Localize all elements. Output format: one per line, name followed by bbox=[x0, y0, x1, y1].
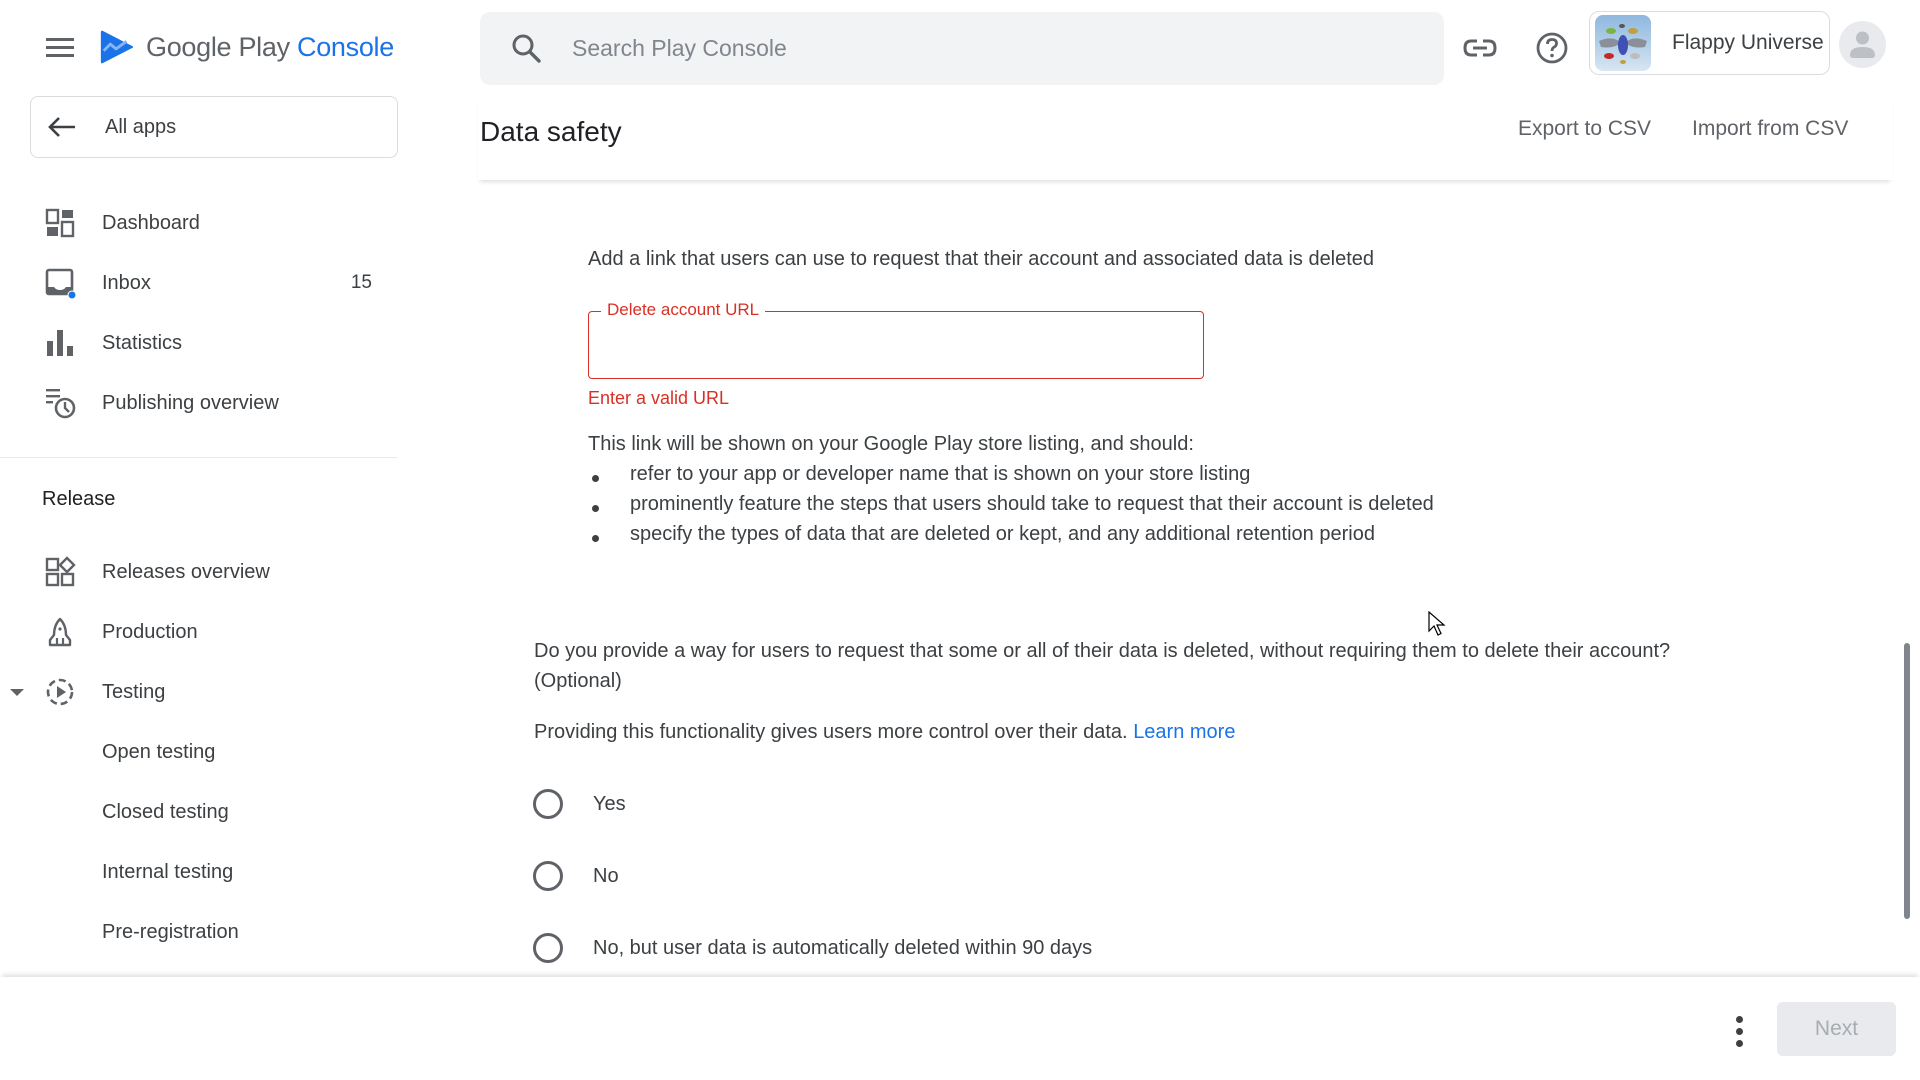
bottom-action-bar: Next bbox=[0, 977, 1920, 1080]
url-error-message: Enter a valid URL bbox=[588, 388, 730, 408]
more-vert-dot bbox=[1736, 1040, 1743, 1047]
import-from-csv-button[interactable]: Import from CSV bbox=[1692, 117, 1848, 141]
radio-button[interactable] bbox=[533, 789, 563, 819]
sidebar: Google Play Console All apps Dashboard I… bbox=[0, 0, 400, 977]
expand-caret-icon[interactable] bbox=[10, 688, 24, 696]
main-menu-button[interactable] bbox=[40, 32, 80, 64]
bar-chart-icon bbox=[47, 330, 73, 356]
link-icon bbox=[1463, 39, 1497, 57]
account-avatar[interactable] bbox=[1839, 21, 1886, 68]
mouse-cursor-icon bbox=[1428, 611, 1446, 636]
search-input[interactable] bbox=[572, 28, 1412, 69]
inbox-icon bbox=[45, 268, 76, 299]
sidebar-item-label: Publishing overview bbox=[102, 391, 279, 414]
radio-button[interactable] bbox=[533, 933, 563, 963]
partial-deletion-help: Providing this functionality gives users… bbox=[534, 721, 1235, 744]
delete-account-url-input[interactable] bbox=[603, 328, 1183, 362]
sidebar-item-inbox[interactable]: Inbox 15 bbox=[0, 259, 400, 307]
sidebar-item-internal-testing[interactable]: Internal testing bbox=[0, 848, 400, 896]
sidebar-item-label: Production bbox=[102, 620, 198, 643]
all-apps-button[interactable]: All apps bbox=[30, 96, 398, 158]
sidebar-item-publishing-overview[interactable]: Publishing overview bbox=[0, 379, 400, 427]
arrow-back-icon bbox=[48, 117, 75, 137]
copy-link-button[interactable] bbox=[1460, 28, 1500, 68]
data-safety-form: Add a link that users can use to request… bbox=[478, 180, 1898, 977]
delete-link-intro: Add a link that users can use to request… bbox=[588, 248, 1375, 270]
help-icon bbox=[1536, 32, 1568, 64]
sidebar-item-label: Statistics bbox=[102, 331, 183, 354]
sidebar-item-production[interactable]: Production bbox=[0, 608, 400, 656]
page-title: Data safety bbox=[480, 116, 622, 147]
play-console-logo-icon bbox=[100, 30, 134, 64]
play-console-logo[interactable]: Google Play Console bbox=[98, 28, 394, 66]
more-vert-dot bbox=[1736, 1016, 1743, 1023]
flappy-universe-app-icon bbox=[1599, 24, 1647, 64]
sidebar-item-label: Open testing bbox=[102, 740, 216, 763]
sidebar-item-label: Releases overview bbox=[102, 560, 270, 583]
next-button[interactable]: Next bbox=[1777, 1002, 1896, 1056]
guidance-bullet: specify the types of data that are delet… bbox=[630, 523, 1375, 545]
inbox-count-badge: 15 bbox=[350, 272, 372, 293]
publishing-overview-icon bbox=[46, 389, 76, 419]
releases-overview-icon bbox=[45, 556, 76, 587]
search-icon bbox=[512, 34, 541, 63]
sidebar-item-label: Dashboard bbox=[102, 211, 200, 234]
more-vert-dot bbox=[1736, 1028, 1743, 1035]
partial-deletion-question: Do you provide a way for users to reques… bbox=[534, 640, 1671, 662]
sidebar-divider bbox=[0, 457, 397, 458]
sidebar-item-releases-overview[interactable]: Releases overview bbox=[0, 548, 400, 596]
export-to-csv-button[interactable]: Export to CSV bbox=[1518, 117, 1651, 141]
scrollbar-thumb[interactable] bbox=[1904, 643, 1910, 919]
search-bar[interactable] bbox=[480, 12, 1444, 85]
page-header: Data safety Export to CSV Import from CS… bbox=[478, 96, 1892, 180]
radio-label: No bbox=[593, 864, 619, 887]
delete-account-url-label: Delete account URL bbox=[601, 300, 766, 320]
sidebar-item-label: Internal testing bbox=[102, 860, 234, 883]
menu-icon-bar bbox=[46, 54, 74, 57]
person-icon bbox=[1850, 31, 1875, 58]
radio-label: No, but user data is automatically delet… bbox=[593, 936, 1093, 959]
radio-button[interactable] bbox=[533, 861, 563, 891]
all-apps-label: All apps bbox=[105, 115, 177, 138]
radio-option-yes[interactable]: Yes bbox=[533, 784, 626, 824]
bullet-icon bbox=[592, 475, 599, 482]
menu-icon-bar bbox=[46, 38, 74, 41]
sidebar-item-label: Inbox bbox=[102, 271, 151, 294]
rocket-icon bbox=[48, 617, 72, 647]
radio-option-auto-delete[interactable]: No, but user data is automatically delet… bbox=[533, 928, 1092, 968]
logo-text: Google Play Console bbox=[146, 32, 394, 63]
sidebar-item-pre-registration[interactable]: Pre-registration bbox=[0, 908, 400, 956]
sidebar-item-label: Closed testing bbox=[102, 800, 229, 823]
sidebar-item-statistics[interactable]: Statistics bbox=[0, 319, 400, 367]
radio-label: Yes bbox=[593, 792, 626, 815]
help-button[interactable] bbox=[1532, 28, 1572, 68]
guidance-intro: This link will be shown on your Google P… bbox=[588, 433, 1194, 455]
dashboard-icon bbox=[45, 208, 75, 238]
app-icon bbox=[1595, 15, 1651, 71]
testing-icon bbox=[46, 678, 74, 706]
bullet-icon bbox=[592, 535, 599, 542]
sidebar-section-release: Release bbox=[42, 488, 116, 510]
menu-icon-bar bbox=[46, 46, 74, 49]
guidance-bullet: prominently feature the steps that users… bbox=[630, 493, 1434, 515]
sidebar-item-closed-testing[interactable]: Closed testing bbox=[0, 788, 400, 836]
help-text: Providing this functionality gives users… bbox=[534, 721, 1128, 743]
app-name: Flappy Universe bbox=[1672, 31, 1824, 54]
more-options-button[interactable] bbox=[1728, 1015, 1752, 1049]
radio-option-no[interactable]: No bbox=[533, 856, 619, 896]
sidebar-item-label: Pre-registration bbox=[102, 920, 239, 943]
app-switcher-chip[interactable]: Flappy Universe bbox=[1589, 11, 1830, 75]
sidebar-item-label: Testing bbox=[102, 680, 166, 703]
logo-text-primary: Google Play bbox=[146, 31, 290, 62]
learn-more-link[interactable]: Learn more bbox=[1133, 721, 1235, 743]
logo-text-secondary: Console bbox=[297, 31, 394, 62]
sidebar-item-testing[interactable]: Testing bbox=[0, 668, 400, 716]
sidebar-item-open-testing[interactable]: Open testing bbox=[0, 728, 400, 776]
bullet-icon bbox=[592, 505, 599, 512]
sidebar-item-dashboard[interactable]: Dashboard bbox=[0, 199, 400, 247]
delete-account-url-field[interactable]: Delete account URL bbox=[588, 300, 1204, 379]
optional-label: (Optional) bbox=[534, 670, 622, 692]
guidance-bullet: refer to your app or developer name that… bbox=[630, 463, 1251, 485]
